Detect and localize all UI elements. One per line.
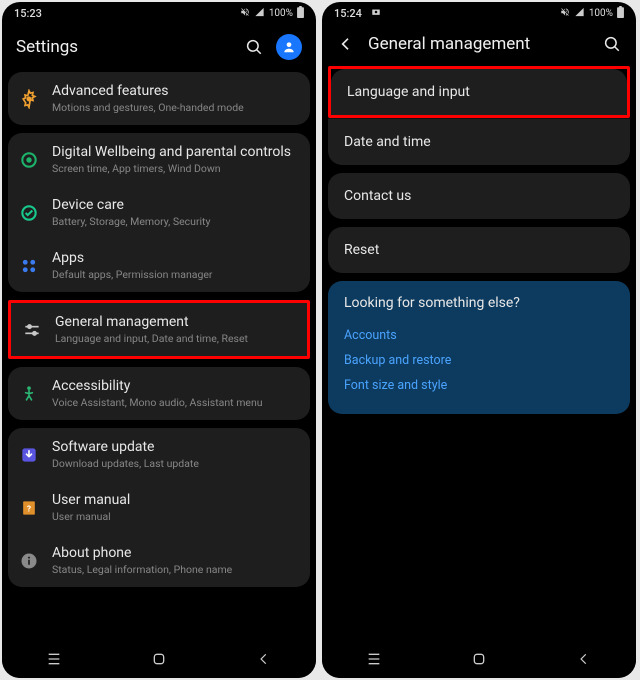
mute-icon	[240, 7, 250, 20]
device-care-icon	[18, 202, 40, 224]
svg-text:?: ?	[27, 504, 31, 514]
status-time: 15:23	[14, 7, 42, 20]
suggest-link-accounts[interactable]: Accounts	[344, 323, 614, 348]
battery-text: 100%	[589, 8, 613, 19]
item-language-and-input[interactable]: Language and input	[331, 69, 627, 115]
battery-icon	[617, 6, 624, 21]
general-management-header: General management	[322, 24, 636, 66]
software-update-icon	[18, 444, 40, 466]
item-subtitle: Language and input, Date and time, Reset	[55, 332, 297, 345]
item-subtitle: Motions and gestures, One-handed mode	[52, 101, 300, 114]
item-title: Apps	[52, 250, 300, 266]
item-subtitle: Screen time, App timers, Wind Down	[52, 162, 300, 175]
search-icon[interactable]	[602, 34, 622, 54]
item-subtitle: Status, Legal information, Phone name	[52, 563, 300, 576]
suggestions-card: Looking for something else? Accounts Bac…	[328, 281, 630, 414]
status-bar: 15:24 100%	[322, 2, 636, 24]
signal-icon	[254, 7, 265, 20]
item-date-and-time[interactable]: Date and time	[328, 118, 630, 165]
suggest-link-font[interactable]: Font size and style	[344, 373, 614, 398]
nav-bar	[322, 640, 636, 678]
item-general-management-highlighted: General management Language and input, D…	[8, 300, 310, 359]
item-title: Contact us	[344, 188, 411, 204]
item-advanced-features[interactable]: Advanced features Motions and gestures, …	[8, 72, 310, 125]
signal-icon	[574, 7, 585, 20]
about-phone-icon	[18, 550, 40, 572]
status-time: 15:24	[334, 7, 381, 20]
profile-avatar-icon[interactable]	[276, 34, 302, 60]
back-icon[interactable]	[336, 36, 356, 52]
item-software-update[interactable]: Software update Download updates, Last u…	[8, 428, 310, 481]
status-indicators: 100%	[240, 6, 304, 21]
phone-right: 15:24 100% General management	[322, 2, 636, 678]
item-title: Digital Wellbeing and parental controls	[52, 144, 300, 160]
status-bar: 15:23 100%	[2, 2, 316, 24]
wellbeing-icon	[18, 149, 40, 171]
apps-icon	[18, 255, 40, 277]
screenshot-indicator-icon	[371, 7, 381, 20]
item-user-manual[interactable]: ? User manual User manual	[8, 481, 310, 534]
item-title: Date and time	[344, 134, 431, 150]
settings-list: Advanced features Motions and gestures, …	[2, 72, 316, 648]
nav-back-button[interactable]	[554, 651, 614, 667]
item-digital-wellbeing[interactable]: Digital Wellbeing and parental controls …	[8, 133, 310, 186]
nav-home-button[interactable]	[449, 651, 509, 667]
item-title: Reset	[344, 242, 379, 258]
item-apps[interactable]: Apps Default apps, Permission manager	[8, 239, 310, 292]
item-title: Accessibility	[52, 378, 300, 394]
user-manual-icon: ?	[18, 497, 40, 519]
gm-list: Language and input Date and time Contact…	[322, 66, 636, 642]
item-device-care[interactable]: Device care Battery, Storage, Memory, Se…	[8, 186, 310, 239]
mute-icon	[560, 7, 570, 20]
item-general-management[interactable]: General management Language and input, D…	[11, 303, 307, 356]
search-icon[interactable]	[244, 37, 264, 57]
suggest-link-backup[interactable]: Backup and restore	[344, 348, 614, 373]
nav-recent-button[interactable]	[344, 651, 404, 667]
advanced-features-icon	[18, 88, 40, 110]
item-title: About phone	[52, 545, 300, 561]
item-subtitle: Download updates, Last update	[52, 457, 300, 470]
nav-recent-button[interactable]	[24, 651, 84, 667]
nav-bar	[2, 640, 316, 678]
item-title: User manual	[52, 492, 300, 508]
item-subtitle: Voice Assistant, Mono audio, Assistant m…	[52, 396, 300, 409]
accessibility-icon	[18, 383, 40, 405]
phone-left: 15:23 100% Settings	[2, 2, 316, 678]
item-subtitle: Battery, Storage, Memory, Security	[52, 215, 300, 228]
nav-home-button[interactable]	[129, 651, 189, 667]
item-title: Advanced features	[52, 83, 300, 99]
item-title: Device care	[52, 197, 300, 213]
page-title: Settings	[16, 37, 232, 57]
battery-icon	[297, 6, 304, 21]
nav-back-button[interactable]	[234, 651, 294, 667]
item-contact-us[interactable]: Contact us	[328, 173, 630, 219]
general-management-icon	[21, 319, 43, 341]
item-accessibility[interactable]: Accessibility Voice Assistant, Mono audi…	[8, 367, 310, 420]
item-subtitle: User manual	[52, 510, 300, 523]
suggestions-title: Looking for something else?	[344, 295, 614, 311]
item-about-phone[interactable]: About phone Status, Legal information, P…	[8, 534, 310, 587]
settings-header: Settings	[2, 24, 316, 72]
item-title: Language and input	[347, 84, 470, 100]
item-title: Software update	[52, 439, 300, 455]
item-subtitle: Default apps, Permission manager	[52, 268, 300, 281]
status-indicators: 100%	[560, 6, 624, 21]
item-reset[interactable]: Reset	[328, 227, 630, 273]
battery-text: 100%	[269, 8, 293, 19]
item-title: General management	[55, 314, 297, 330]
page-title: General management	[368, 34, 590, 54]
